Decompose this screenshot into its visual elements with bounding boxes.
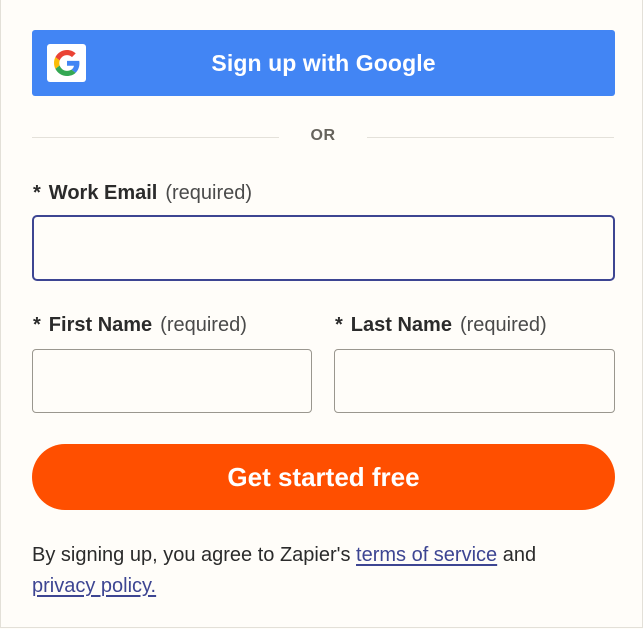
google-signup-label: Sign up with Google	[211, 49, 436, 76]
divider-line-left	[32, 137, 279, 138]
last-name-label: * Last Name (required)	[335, 314, 547, 337]
work-email-label-text: Work Email	[48, 182, 158, 204]
first-name-label-text: First Name	[48, 314, 153, 336]
legal-prefix-text: By signing up, you agree to Zapier's	[32, 544, 357, 566]
privacy-policy-link[interactable]: privacy policy.	[32, 575, 156, 597]
signup-form-card: Sign up with Google OR * Work Email (requi…	[0, 0, 643, 628]
google-g-icon	[47, 44, 86, 82]
required-marker: *	[335, 314, 343, 336]
work-email-input[interactable]	[32, 215, 615, 281]
get-started-free-button[interactable]: Get started free	[32, 444, 615, 510]
or-divider-text: OR	[310, 127, 336, 144]
terms-of-service-link[interactable]: terms of service	[356, 544, 497, 566]
work-email-required-hint: (required)	[165, 182, 253, 204]
last-name-input[interactable]	[334, 349, 615, 413]
legal-middle-text: and	[497, 544, 537, 566]
google-signup-button[interactable]: Sign up with Google	[32, 30, 615, 96]
first-name-label: * First Name (required)	[33, 314, 247, 337]
required-marker: *	[33, 182, 41, 204]
required-marker: *	[33, 314, 41, 336]
first-name-input[interactable]	[32, 349, 312, 413]
legal-notice: By signing up, you agree to Zapier's ter…	[32, 540, 622, 602]
work-email-label: * Work Email (required)	[33, 182, 252, 205]
first-name-required-hint: (required)	[160, 314, 247, 336]
last-name-required-hint: (required)	[459, 314, 547, 336]
last-name-label-text: Last Name	[350, 314, 452, 336]
divider-line-right	[367, 137, 614, 138]
